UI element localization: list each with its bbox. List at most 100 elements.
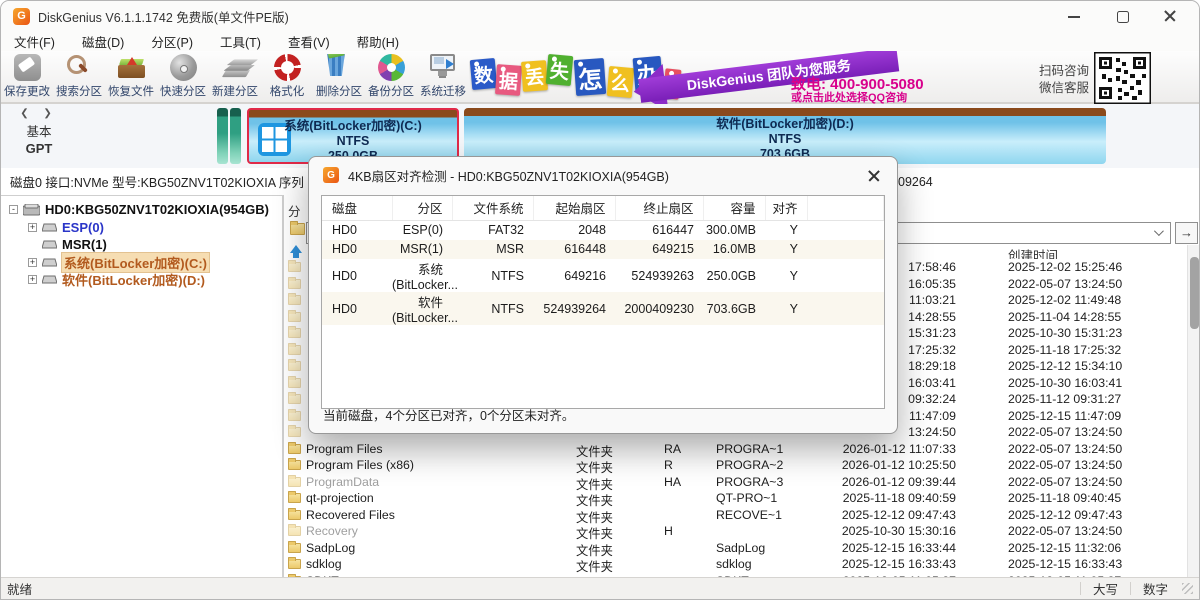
go-button[interactable]: → — [1175, 222, 1198, 244]
toolbar-label: 备份分区 — [368, 83, 414, 99]
folder-icon — [288, 361, 301, 371]
menu-tools[interactable]: 工具(T) — [220, 32, 261, 51]
maximize-button[interactable] — [1115, 9, 1129, 23]
current-folder-icon — [290, 223, 305, 235]
num-indicator: 数字 — [1143, 579, 1168, 598]
tree-item-software-d[interactable]: + 软件(BitLocker加密)(D:) — [1, 271, 282, 289]
format-icon — [274, 54, 301, 81]
col-end-sector[interactable]: 终止扇区 — [615, 196, 703, 220]
tree-item-msr[interactable]: MSR(1) — [1, 236, 282, 254]
folder-icon — [288, 510, 301, 520]
tree-item-label: HD0:KBG50ZNV1T02KIOXIA(954GB) — [45, 202, 269, 217]
table-row[interactable]: HD0软件(BitLocker...NTFS524939264200040923… — [322, 292, 884, 325]
menu-bar: 文件(F) 磁盘(D) 分区(P) 工具(T) 查看(V) 帮助(H) — [1, 31, 1199, 51]
table-row[interactable]: HD0MSR(1)MSR61644864921516.0MBY — [322, 240, 884, 260]
expand-box-icon[interactable]: + — [28, 275, 37, 284]
dropdown-chevron-icon[interactable] — [1154, 226, 1164, 236]
tree-item-label: ESP(0) — [62, 220, 104, 235]
col-aligned[interactable]: 对齐 — [765, 196, 807, 220]
close-button[interactable] — [1163, 9, 1177, 23]
parent-folder-icon[interactable] — [290, 239, 302, 253]
partition-scheme: GPT — [13, 141, 65, 156]
toolbar-label: 恢复文件 — [108, 83, 154, 99]
tree-item-system-c[interactable]: + 系统(BitLocker加密)(C:) — [1, 254, 282, 272]
statusbar-separator — [1080, 582, 1081, 595]
file-row-recovery[interactable]: Recovery文件夹H2025-10-30 15:30:162022-05-0… — [284, 523, 1187, 540]
folder-icon — [288, 444, 301, 454]
ad-tile: 据 — [495, 64, 522, 96]
toolbar-label: 系统迁移 — [420, 83, 466, 99]
partition-c-name: 系统(BitLocker加密)(C:) — [249, 119, 457, 134]
disk-info-right: 09264 — [898, 168, 933, 195]
collapse-chevrons-icon[interactable]: ❮ ❯ — [13, 108, 65, 119]
alignment-table: 磁盘 分区 文件系统 起始扇区 终止扇区 容量 对齐 HD0ESP(0)FAT3… — [321, 195, 885, 409]
col-capacity[interactable]: 容量 — [703, 196, 765, 220]
search-partition-button[interactable]: 搜索分区 — [53, 51, 105, 102]
save-changes-button[interactable]: 保存更改 — [1, 51, 53, 102]
ad-qq-link[interactable]: 或点击此处选择QQ咨询 — [791, 89, 907, 104]
scrollbar-thumb[interactable] — [1190, 257, 1199, 329]
folder-icon — [288, 543, 301, 553]
toolbar-label: 新建分区 — [212, 83, 258, 99]
status-ready: 就绪 — [7, 579, 32, 598]
resize-grip[interactable] — [1182, 583, 1193, 594]
ad-banner[interactable]: 数 据 丢 失 怎 么 办 ! DiskGenius 团队为您服务 致电: 40… — [469, 51, 1199, 104]
file-row-sdklog[interactable]: sdklog文件夹sdklog2025-12-15 16:33:432025-1… — [284, 556, 1187, 573]
folder-icon — [288, 279, 301, 289]
new-partition-button[interactable]: 新建分区 — [209, 51, 261, 102]
backup-partition-button[interactable]: 备份分区 — [365, 51, 417, 102]
menu-disk[interactable]: 磁盘(D) — [82, 32, 124, 51]
folder-icon — [288, 394, 301, 404]
partition-block-esp[interactable] — [217, 108, 228, 164]
disk-tree-panel: - HD0:KBG50ZNV1T02KIOXIA(954GB) + ESP(0)… — [1, 195, 284, 577]
file-row-program-files-x86[interactable]: Program Files (x86)文件夹RPROGRA~22026-01-1… — [284, 457, 1187, 474]
table-row[interactable]: HD0ESP(0)FAT322048616447300.0MBY — [322, 220, 884, 240]
expand-box-icon[interactable]: + — [28, 258, 37, 267]
col-start-sector[interactable]: 起始扇区 — [533, 196, 615, 220]
title-bar: G DiskGenius V6.1.1.1742 免费版(单文件PE版) — [1, 1, 1199, 31]
format-button[interactable]: 格式化 — [261, 51, 313, 102]
folder-icon — [288, 345, 301, 355]
file-row-qt-projection[interactable]: qt-projection文件夹QT-PRO~12025-11-18 09:40… — [284, 490, 1187, 507]
delete-partition-button[interactable]: 删除分区 — [313, 51, 365, 102]
file-row-sadplog[interactable]: SadpLog文件夹SadpLog2025-12-15 16:33:442025… — [284, 540, 1187, 557]
dialog-close-icon[interactable] — [868, 170, 880, 182]
wechat-scan-text: 扫码咨询微信客服 — [1039, 63, 1089, 97]
qr-code — [1094, 52, 1151, 104]
tree-item-hd0[interactable]: - HD0:KBG50ZNV1T02KIOXIA(954GB) — [1, 201, 282, 219]
toolbar-label: 保存更改 — [4, 83, 50, 99]
partition-block-msr[interactable] — [230, 108, 241, 164]
quick-partition-button[interactable]: 快速分区 — [157, 51, 209, 102]
dialog-status-text: 当前磁盘，4个分区已对齐，0个分区未对齐。 — [323, 405, 574, 424]
col-disk[interactable]: 磁盘 — [322, 196, 392, 220]
alignment-check-dialog: G 4KB扇区对齐检测 - HD0:KBG50ZNV1T02KIOXIA(954… — [308, 156, 898, 434]
toolbar-label: 搜索分区 — [56, 83, 102, 99]
menu-view[interactable]: 查看(V) — [288, 32, 330, 51]
system-migrate-icon — [430, 54, 455, 71]
dialog-title: 4KB扇区对齐检测 - HD0:KBG50ZNV1T02KIOXIA(954GB… — [348, 166, 669, 185]
new-partition-icon — [221, 70, 249, 77]
table-header-row: 磁盘 分区 文件系统 起始扇区 终止扇区 容量 对齐 — [322, 196, 884, 220]
folder-icon — [288, 493, 301, 503]
expand-box-icon[interactable]: + — [28, 223, 37, 232]
file-row-recovered-files[interactable]: Recovered Files文件夹RECOVE~12025-12-12 09:… — [284, 507, 1187, 524]
menu-file[interactable]: 文件(F) — [14, 32, 55, 51]
vertical-scrollbar[interactable] — [1187, 245, 1200, 577]
recover-files-button[interactable]: 恢复文件 — [105, 51, 157, 102]
file-row-programdata[interactable]: ProgramData文件夹HAPROGRA~32026-01-12 09:39… — [284, 474, 1187, 491]
folder-icon — [288, 526, 301, 536]
folder-icon — [288, 559, 301, 569]
system-migrate-button[interactable]: 系统迁移 — [417, 51, 469, 102]
statusbar-separator — [1130, 582, 1131, 595]
table-row[interactable]: HD0系统(BitLocker...NTFS649216524939263250… — [322, 259, 884, 292]
toolbar-label: 删除分区 — [316, 83, 362, 99]
minimize-button[interactable] — [1067, 9, 1081, 23]
file-row-program-files[interactable]: Program Files文件夹RAPROGRA~12026-01-12 11:… — [284, 441, 1187, 458]
menu-partition[interactable]: 分区(P) — [151, 32, 193, 51]
menu-help[interactable]: 帮助(H) — [357, 32, 399, 51]
col-partition[interactable]: 分区 — [392, 196, 452, 220]
tree-item-esp[interactable]: + ESP(0) — [1, 219, 282, 237]
col-filesystem[interactable]: 文件系统 — [452, 196, 533, 220]
ad-tile: 失 — [546, 54, 574, 86]
collapse-box-icon[interactable]: - — [9, 205, 18, 214]
